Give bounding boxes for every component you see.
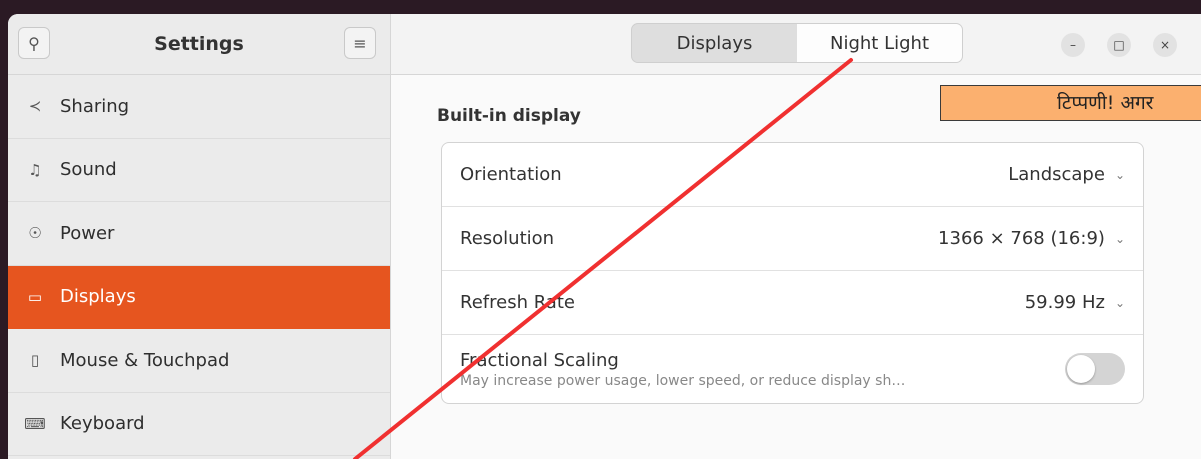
fractional-scaling-text: Fractional Scaling May increase power us… — [460, 350, 1065, 389]
sidebar-item-label: Sharing — [60, 95, 130, 117]
share-icon: ≺ — [28, 97, 42, 116]
sidebar-item-label: Mouse & Touchpad — [60, 349, 230, 371]
sidebar-item-label: Displays — [60, 286, 136, 308]
sidebar-item-label: Sound — [60, 159, 117, 181]
sidebar-header: ⚲ Settings ≡ — [8, 14, 390, 75]
fractional-scaling-row: Fractional Scaling May increase power us… — [442, 335, 1143, 403]
mouse-icon: ▯ — [30, 351, 40, 370]
sidebar-item-power[interactable]: ☉ Power — [8, 202, 390, 266]
sidebar-list: ≺ Sharing ♫ Sound ☉ Power ▭ Displays ▯ M… — [8, 75, 390, 456]
close-button[interactable]: × — [1153, 33, 1177, 57]
resolution-row[interactable]: Resolution 1366 × 768 (16:9) ⌄ — [442, 207, 1143, 271]
tab-night-light[interactable]: Night Light — [797, 24, 962, 62]
section-title: Built-in display — [437, 106, 581, 126]
resolution-value[interactable]: 1366 × 768 (16:9) — [938, 228, 1105, 249]
sidebar-item-sharing[interactable]: ≺ Sharing — [8, 75, 390, 139]
fractional-scaling-description: May increase power usage, lower speed, o… — [460, 372, 906, 389]
display-settings-list: Orientation Landscape ⌄ Resolution 1366 … — [441, 142, 1144, 404]
music-note-icon: ♫ — [28, 160, 42, 179]
tab-displays[interactable]: Displays — [632, 24, 797, 62]
annotation-note: टिप्पणी! अगर — [940, 85, 1201, 121]
chevron-down-icon[interactable]: ⌄ — [1115, 296, 1125, 310]
fractional-scaling-label: Fractional Scaling — [460, 349, 619, 371]
maximize-icon: □ — [1113, 38, 1125, 52]
minimize-icon: – — [1070, 38, 1076, 52]
fractional-scaling-toggle[interactable] — [1065, 353, 1125, 385]
refresh-rate-label: Refresh Rate — [460, 292, 575, 313]
sidebar-item-keyboard[interactable]: ⌨ Keyboard — [8, 393, 390, 456]
orientation-label: Orientation — [460, 164, 562, 185]
sidebar-item-mouse-touchpad[interactable]: ▯ Mouse & Touchpad — [8, 329, 390, 393]
main-menu-button[interactable]: ≡ — [344, 27, 376, 59]
sidebar-item-label: Keyboard — [60, 413, 145, 435]
minimize-button[interactable]: – — [1061, 33, 1085, 57]
hamburger-icon: ≡ — [353, 33, 367, 53]
close-icon: × — [1159, 38, 1171, 52]
chevron-down-icon[interactable]: ⌄ — [1115, 168, 1125, 182]
display-icon: ▭ — [27, 287, 43, 306]
orientation-value[interactable]: Landscape — [1008, 164, 1105, 185]
maximize-button[interactable]: □ — [1107, 33, 1131, 57]
resolution-label: Resolution — [460, 228, 555, 249]
refresh-rate-value[interactable]: 59.99 Hz — [1025, 292, 1105, 313]
sidebar-item-label: Power — [60, 222, 115, 244]
keyboard-icon: ⌨ — [24, 414, 46, 433]
sidebar-item-displays[interactable]: ▭ Displays — [8, 265, 390, 329]
toggle-knob — [1067, 355, 1095, 383]
power-icon: ☉ — [28, 224, 42, 243]
refresh-rate-row[interactable]: Refresh Rate 59.99 Hz ⌄ — [442, 271, 1143, 335]
sidebar-item-sound[interactable]: ♫ Sound — [8, 139, 390, 202]
app-title: Settings — [154, 33, 244, 55]
orientation-row[interactable]: Orientation Landscape ⌄ — [442, 143, 1143, 207]
chevron-down-icon[interactable]: ⌄ — [1115, 232, 1125, 246]
view-switcher: Displays Night Light — [631, 23, 963, 63]
sidebar: ⚲ Settings ≡ ≺ Sharing ♫ Sound ☉ Power ▭… — [8, 14, 391, 459]
main-header: Displays Night Light – □ × — [391, 14, 1201, 75]
